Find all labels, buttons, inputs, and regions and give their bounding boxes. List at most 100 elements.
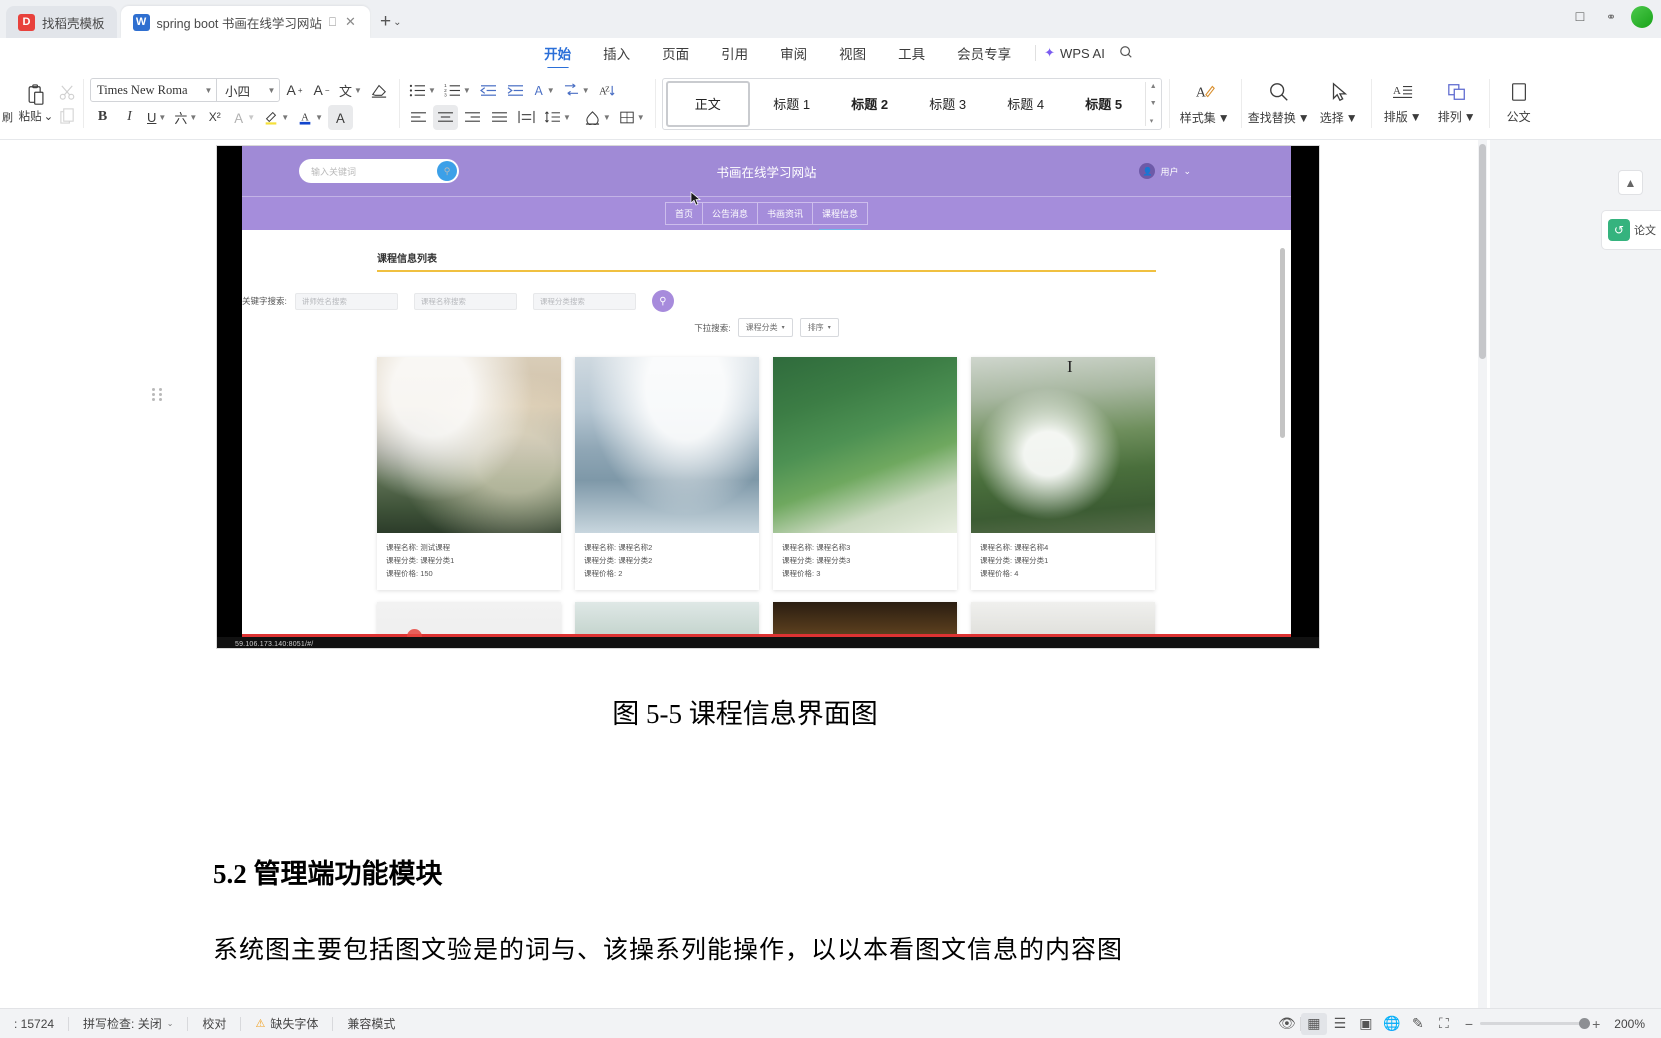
web-view-icon[interactable]: ▣ (1353, 1013, 1379, 1035)
course-card[interactable]: 课程名称: 测试课程 课程分类: 课程分类1 课程价格: 150 (377, 357, 561, 591)
nav-item-courses[interactable]: 课程信息 (813, 203, 867, 231)
chevron-down-icon[interactable]: ⌄ (1183, 166, 1191, 177)
numbered-list-icon[interactable]: 1 2 3 ▼ (441, 78, 474, 103)
pinyin-guide-icon[interactable]: 文 ▼ (336, 78, 365, 103)
sort-dropdown[interactable]: 排序 ▾ (799, 318, 839, 337)
official-doc-button[interactable]: 公文 (1496, 82, 1542, 125)
justify-icon[interactable] (487, 105, 512, 130)
pen-icon[interactable]: ✎ (1405, 1013, 1431, 1035)
nav-item-notice[interactable]: 公告消息 (703, 203, 758, 224)
chevron-down-icon[interactable]: ▼ (201, 86, 216, 95)
bold-button[interactable]: B (90, 105, 115, 130)
object-drag-handle[interactable] (150, 386, 165, 401)
decrease-font-icon[interactable]: A − (309, 78, 334, 103)
arrange-button[interactable]: 排列 ▼ (1432, 82, 1482, 125)
tab-review[interactable]: 审阅 (764, 40, 823, 67)
embedded-screenshot[interactable]: 输入关键词 ⚲ 书画在线学习网站 👤 用户 ⌄ 首页 公告消息 书画资讯 课程信… (216, 145, 1320, 649)
style-heading-2[interactable]: 标题 2 (831, 79, 909, 129)
character-shading-icon[interactable]: Ａ (328, 104, 354, 130)
category-dropdown[interactable]: 课程分类 ▾ (737, 318, 793, 337)
site-scrollbar[interactable] (1280, 248, 1285, 438)
course-card[interactable]: 课程名称: 课程名称4 课程分类: 课程分类1 课程价格: 4 (971, 357, 1155, 591)
present-icon[interactable]: ⎕ (329, 15, 336, 30)
zoom-knob[interactable] (1579, 1018, 1591, 1029)
tab-tools[interactable]: 工具 (882, 40, 941, 67)
align-center-icon[interactable] (432, 104, 458, 130)
search-icon[interactable]: ⚲ (437, 161, 457, 181)
course-card[interactable]: 课程名称: 课程名称2 课程分类: 课程分类2 课程价格: 2 (575, 357, 759, 591)
close-icon[interactable]: ✕ (343, 14, 358, 30)
highlight-color-icon[interactable]: ▼ (260, 105, 292, 130)
font-name-combo[interactable]: Times New Roma ▼ 小四 ▼ (90, 78, 280, 102)
underline-button[interactable]: U ▼ (144, 105, 169, 130)
align-right-icon[interactable] (460, 105, 485, 130)
style-gallery[interactable]: 正文 标题 1 标题 2 标题 3 标题 4 标题 5 ▲ ▼ ▾ (661, 77, 1162, 130)
align-left-icon[interactable] (406, 105, 431, 130)
site-user-menu[interactable]: 👤 用户 ⌄ (1139, 163, 1191, 179)
font-color-icon[interactable]: A ▼ (294, 105, 326, 130)
select-button[interactable]: 选择 ▼ (1314, 81, 1364, 126)
style-set-button[interactable]: A 样式集 ▼ (1176, 81, 1234, 126)
tab-start[interactable]: 开始 (528, 40, 587, 67)
chevron-down-icon[interactable]: ▼ (264, 86, 279, 95)
superscript-button[interactable]: X² (202, 105, 227, 130)
document-area[interactable]: 输入关键词 ⚲ 书画在线学习网站 👤 用户 ⌄ 首页 公告消息 书画资讯 课程信… (0, 140, 1661, 1008)
nav-item-news[interactable]: 书画资讯 (758, 203, 814, 224)
spellcheck-status[interactable]: 拼写检查: 关闭 ⌄ (69, 1015, 187, 1032)
tab-docer-template[interactable]: D 找稻壳模板 (6, 6, 117, 38)
zoom-out-icon[interactable]: − (1465, 1016, 1473, 1032)
zoom-track[interactable] (1480, 1018, 1591, 1029)
tab-member[interactable]: 会员专享 (941, 40, 1027, 67)
style-heading-4[interactable]: 标题 4 (987, 79, 1065, 129)
scissors-icon[interactable] (59, 84, 76, 101)
italic-button[interactable]: I (117, 105, 142, 130)
course-card[interactable]: 课程名称: 课程名称3 课程分类: 课程分类3 课程价格: 3 (773, 357, 957, 591)
outline-view-icon[interactable]: ☰ (1327, 1013, 1353, 1035)
style-heading-3[interactable]: 标题 3 (909, 79, 987, 129)
fullscreen-icon[interactable]: ⛶ (1431, 1013, 1457, 1035)
strikethrough-icon[interactable]: 六 ▼ (171, 105, 200, 130)
format-painter-button[interactable]: 刷 (2, 68, 13, 139)
increase-indent-icon[interactable] (503, 78, 528, 103)
tab-insert[interactable]: 插入 (587, 40, 646, 67)
search-icon[interactable] (1119, 45, 1133, 62)
zoom-in-icon[interactable]: + (1592, 1016, 1600, 1032)
increase-font-icon[interactable]: A + (282, 78, 307, 103)
bullet-list-icon[interactable]: ▼ (406, 78, 439, 103)
chevron-down-icon[interactable]: ⌄ (44, 109, 54, 123)
scroll-down-icon[interactable]: ▼ (1150, 100, 1157, 107)
scroll-up-icon[interactable]: ▲ (1150, 83, 1157, 90)
wps-ai-button[interactable]: ✦ WPS AI (1044, 45, 1105, 61)
window-restore-icon[interactable]: ☐ (1569, 6, 1591, 28)
find-replace-button[interactable]: 查找替换 ▼ (1248, 81, 1310, 126)
paste-button[interactable]: 粘贴 ⌄ (15, 75, 57, 133)
decrease-indent-icon[interactable] (476, 78, 501, 103)
shield-icon[interactable]: ⚭ (1600, 6, 1622, 28)
site-search-box[interactable]: 输入关键词 ⚲ (299, 159, 459, 183)
tab-reference[interactable]: 引用 (705, 40, 764, 67)
tab-view[interactable]: 视图 (823, 40, 882, 67)
style-normal[interactable]: 正文 (665, 80, 750, 127)
copy-icon[interactable] (59, 107, 76, 124)
zoom-level[interactable]: 200% (1608, 1017, 1651, 1031)
chevron-down-icon[interactable]: ⌄ (393, 17, 401, 28)
sort-icon[interactable]: AZ (595, 78, 620, 103)
typeset-button[interactable]: A 排版 ▼ (1378, 82, 1428, 125)
paragraph-shading-icon[interactable]: ▼ (581, 105, 614, 130)
document-page[interactable]: 输入关键词 ⚲ 书画在线学习网站 👤 用户 ⌄ 首页 公告消息 书画资讯 课程信… (0, 140, 1490, 1008)
zoom-slider[interactable]: − + (1457, 1016, 1608, 1032)
asian-layout-icon[interactable]: Ａ ▼ (530, 78, 558, 103)
proofread-button[interactable]: 校对 (188, 1015, 240, 1032)
collapse-panel-icon[interactable]: ▲ (1618, 170, 1643, 195)
style-heading-5[interactable]: 标题 5 (1065, 79, 1143, 129)
teacher-name-input[interactable]: 讲师姓名搜索 (294, 292, 398, 310)
search-icon[interactable]: ⚲ (651, 290, 674, 312)
avatar[interactable] (1631, 6, 1653, 28)
tab-spring-boot-doc[interactable]: W spring boot 书画在线学习网站 ⎕ ✕ (120, 6, 370, 38)
line-spacing-icon[interactable]: ▼ (541, 105, 574, 130)
expand-gallery-icon[interactable]: ▾ (1150, 117, 1157, 125)
course-category-input[interactable]: 课程分类搜索 (532, 292, 636, 310)
clear-format-icon[interactable] (367, 78, 392, 103)
style-heading-1[interactable]: 标题 1 (753, 79, 831, 129)
distributed-align-icon[interactable] (514, 105, 539, 130)
